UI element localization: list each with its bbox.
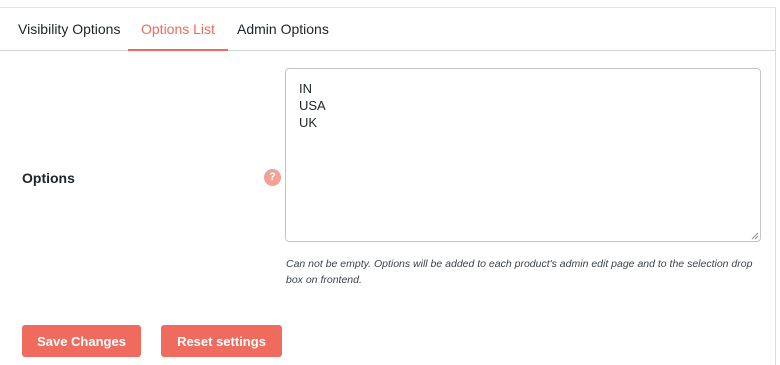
options-label: Options xyxy=(22,170,75,186)
tab-bar: Visibility Options Options List Admin Op… xyxy=(0,8,776,51)
tab-admin-options[interactable]: Admin Options xyxy=(237,8,329,50)
tab-visibility-options[interactable]: Visibility Options xyxy=(18,8,120,50)
resize-handle-icon[interactable] xyxy=(751,232,759,240)
options-description: Can not be empty. Options will be added … xyxy=(286,258,753,286)
settings-panel: Visibility Options Options List Admin Op… xyxy=(0,0,776,365)
tab-options-list[interactable]: Options List xyxy=(128,8,228,51)
options-textarea[interactable] xyxy=(285,68,761,242)
reset-settings-button[interactable]: Reset settings xyxy=(161,325,282,357)
panel-top-border xyxy=(0,0,776,8)
help-icon[interactable]: ? xyxy=(264,169,281,186)
save-changes-button[interactable]: Save Changes xyxy=(22,325,141,357)
